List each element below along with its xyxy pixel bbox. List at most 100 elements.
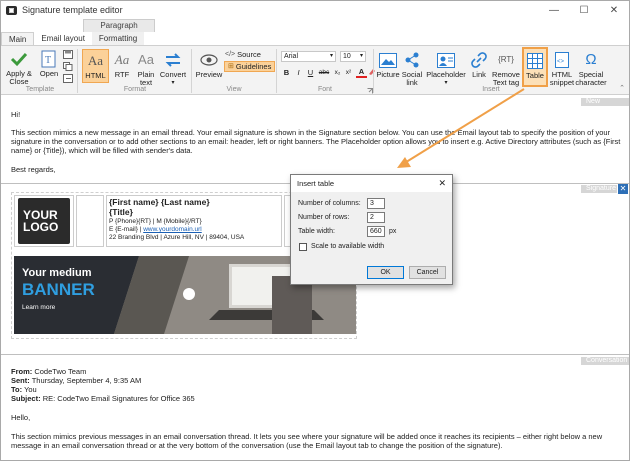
tab-email-layout[interactable]: Email layout (34, 32, 92, 46)
share-icon (402, 50, 422, 70)
cancel-button[interactable]: Cancel (409, 266, 446, 279)
font-size-value: 10 (343, 53, 351, 60)
apply-close-label: Apply & Close (6, 69, 32, 86)
apply-close-button[interactable]: Apply & Close (5, 49, 33, 86)
link-button[interactable]: Link (468, 50, 490, 79)
from-value: CodeTwo Team (34, 367, 87, 376)
ribbon-divider (77, 49, 78, 93)
link-icon (469, 50, 489, 70)
columns-input[interactable]: 3 (367, 198, 385, 209)
minimize-button[interactable]: — (539, 1, 569, 19)
social-link-button[interactable]: Social link (400, 50, 424, 87)
collapse-ribbon-icon[interactable]: ⌃ (619, 84, 625, 92)
rtf-label: RTF (114, 70, 130, 79)
from-label: From: (11, 367, 33, 376)
dialog-title: Insert table (297, 179, 335, 188)
svg-text:<>: <> (557, 59, 565, 65)
tab-main[interactable]: Main (1, 32, 35, 46)
preview-button[interactable]: Preview (195, 50, 223, 79)
bold-button[interactable]: B (281, 67, 292, 78)
rows-label: Number of rows: (298, 214, 350, 221)
template-small-buttons (63, 50, 73, 83)
logo-text-line2: LOGO (23, 220, 59, 234)
table-width-input[interactable]: 660 (367, 226, 385, 237)
title-bar: ▣ Signature template editor — ☐ ✕ (1, 1, 629, 19)
logo-cell: YOUR LOGO (14, 195, 74, 247)
rows-input[interactable]: 2 (367, 212, 385, 223)
close-button[interactable]: ✕ (599, 1, 629, 19)
message-regards: Best regards, (11, 165, 56, 174)
subscript-button[interactable]: x₂ (332, 67, 343, 78)
tab-formatting[interactable]: Formatting (91, 32, 145, 46)
conversation-hello: Hello, (11, 413, 31, 422)
link-label: Link (472, 70, 486, 79)
contextual-tab-paragraph[interactable]: Paragraph (83, 19, 155, 32)
strikethrough-button[interactable]: abc (317, 67, 331, 78)
special-character-button[interactable]: Ω Special character (575, 50, 606, 87)
remove-text-tag-button[interactable]: {RT} Remove Text tag (491, 50, 521, 87)
plain-text-button[interactable]: Aa Plain text (135, 50, 157, 87)
maximize-button[interactable]: ☐ (569, 1, 599, 19)
convert-label: Convert (159, 70, 187, 79)
convert-button[interactable]: Convert ▾ (159, 50, 187, 87)
window-title: Signature template editor (22, 5, 123, 15)
placeholder-icon (436, 50, 456, 70)
eye-icon (199, 50, 219, 70)
template-group-label: Template (25, 86, 55, 93)
export-icon[interactable] (63, 74, 73, 83)
superscript-button[interactable]: x² (343, 67, 354, 78)
svg-text:T: T (45, 55, 51, 66)
signature-label: Signature (581, 185, 617, 193)
sent-value: Thursday, September 4, 9:35 AM (31, 376, 142, 385)
table-label: Table (526, 71, 544, 80)
save-icon[interactable] (63, 50, 73, 59)
placeholder-button[interactable]: Placeholder ▾ (426, 50, 466, 87)
signature-editor-window: ▣ Signature template editor — ☐ ✕ Paragr… (0, 0, 630, 461)
signature-address: 22 Branding Blvd | Azure Hill, NV | 8940… (109, 234, 245, 241)
close-signature-icon[interactable]: ✕ (618, 184, 628, 194)
italic-button[interactable]: I (293, 67, 304, 78)
open-template-icon: T (39, 49, 59, 69)
signature-phone: P {Phone}{RT} | M {Mobile}{/RT} (109, 218, 202, 225)
details-cell: {First name} {Last name} {Title} P {Phon… (106, 195, 282, 247)
html-format-button[interactable]: Aa HTML (82, 49, 109, 83)
guidelines-icon: ⊞ (228, 63, 234, 70)
ok-button[interactable]: OK (367, 266, 404, 279)
remove-tag-icon: {RT} (498, 55, 514, 64)
html-snippet-button[interactable]: <> HTML snippet (549, 50, 575, 87)
picture-icon (378, 50, 398, 70)
underline-button[interactable]: U (305, 67, 316, 78)
window-controls: — ☐ ✕ (539, 1, 629, 19)
dialog-title-bar: Insert table ✕ (291, 175, 452, 192)
font-name-value: Arial (284, 53, 299, 60)
source-button[interactable]: </> Source (225, 50, 261, 59)
dialog-close-button[interactable]: ✕ (438, 175, 446, 192)
guidelines-button[interactable]: ⊞ Guidelines (224, 61, 276, 72)
signature-email: E {E-mail} | (109, 226, 144, 233)
omega-icon: Ω (585, 51, 597, 68)
ribbon-tabs: Main Email layout Formatting (1, 32, 629, 46)
new-message-pane: New message Hi! This section mimics a ne… (1, 96, 629, 182)
table-button[interactable]: Table (522, 47, 548, 87)
signature-title: {Title} (109, 207, 133, 217)
scale-checkbox[interactable] (299, 243, 307, 251)
font-name-select[interactable]: Arial ▾ (281, 51, 336, 62)
signature-name: {First name} {Last name} (109, 197, 210, 207)
chevron-down-icon: ▾ (359, 53, 363, 59)
picture-button[interactable]: Picture (376, 50, 400, 79)
convert-icon (163, 50, 183, 70)
ribbon-divider (276, 49, 277, 93)
insert-group-label: Insert (482, 86, 500, 93)
ribbon-divider (191, 49, 192, 93)
message-greeting: Hi! (11, 110, 21, 119)
font-color-button[interactable]: A (356, 66, 367, 78)
eraser-icon[interactable] (368, 68, 376, 78)
copy-icon[interactable] (63, 62, 73, 71)
signature-url-link[interactable]: www.yourdomain.url (143, 226, 202, 233)
open-button[interactable]: T Open (37, 49, 61, 78)
font-group-label: Font (317, 86, 332, 93)
social-link-label: Social link (401, 70, 423, 87)
font-size-select[interactable]: 10 ▾ (340, 51, 366, 62)
html-snippet-icon: <> (552, 50, 572, 70)
rtf-format-button[interactable]: Aa RTF (111, 50, 133, 79)
